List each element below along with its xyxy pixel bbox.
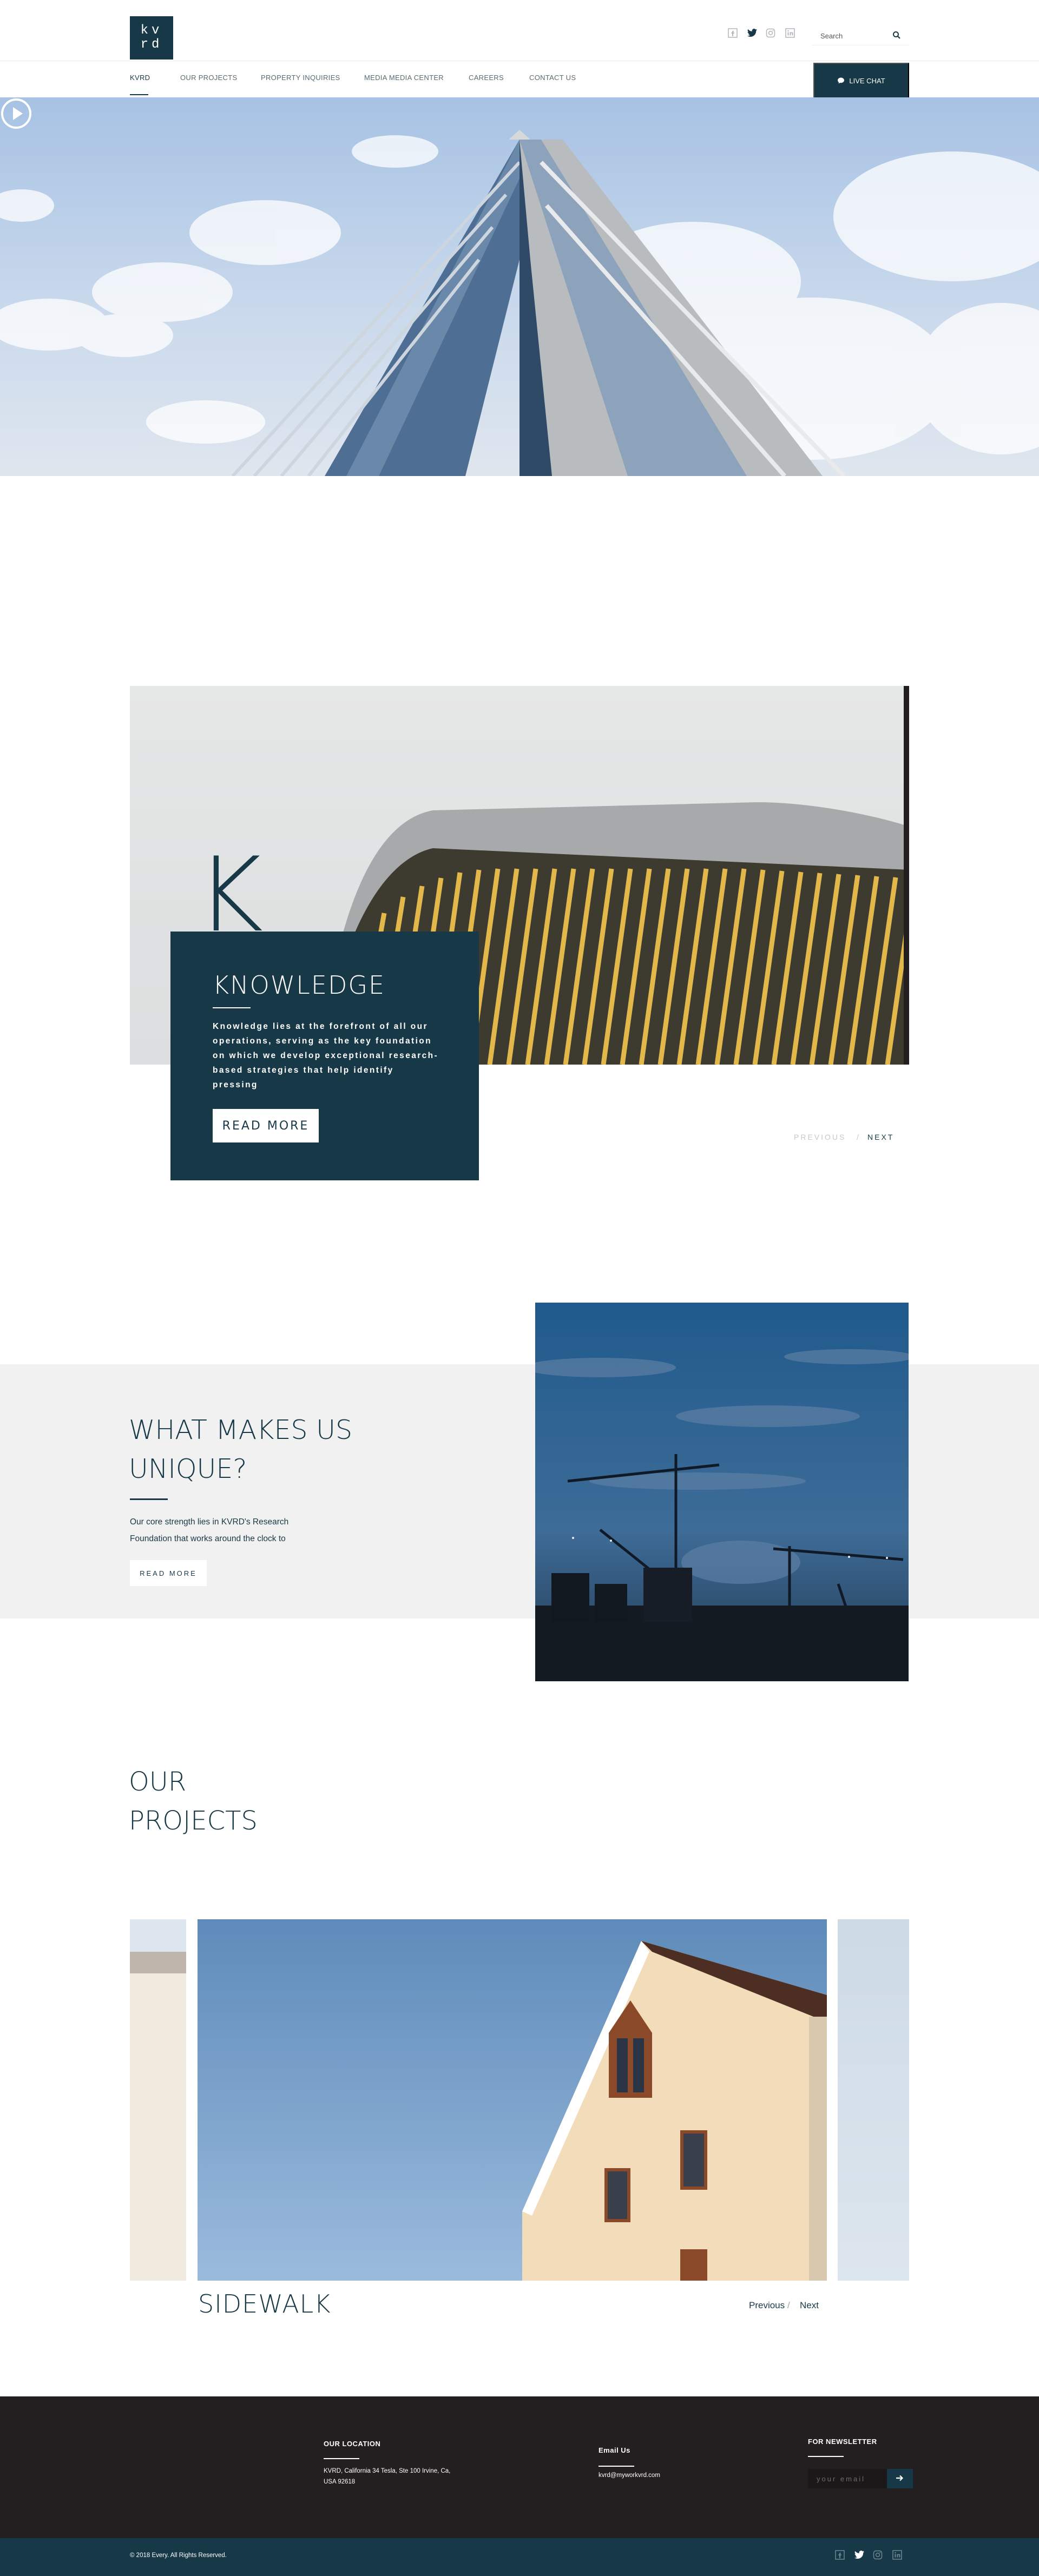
nav-item-kvrd[interactable]: KVRD bbox=[130, 74, 150, 82]
knowledge-previous-button[interactable]: PREVIOUS bbox=[794, 1133, 846, 1141]
footer-location-heading: OUR LOCATION bbox=[324, 2440, 381, 2448]
knowledge-title: KNOWLEDGE bbox=[213, 970, 386, 1000]
chat-bubble-icon bbox=[838, 77, 845, 84]
hero-banner bbox=[0, 97, 1039, 476]
twitter-icon[interactable] bbox=[747, 28, 758, 39]
knowledge-read-more-button[interactable]: READ MORE bbox=[213, 1109, 319, 1142]
nav-item-our-projects[interactable]: OUR PROJECTS bbox=[180, 74, 237, 82]
search-box bbox=[812, 26, 909, 45]
live-chat-label: LIVE CHAT bbox=[849, 76, 885, 85]
play-video-button[interactable] bbox=[0, 97, 32, 130]
footer-location-address: KVRD, California 34 Tesla, Ste 100 Irvin… bbox=[324, 2468, 451, 2485]
newsletter-submit-button[interactable] bbox=[887, 2469, 913, 2488]
nav-item-careers[interactable]: CAREERS bbox=[469, 74, 504, 82]
instagram-icon[interactable] bbox=[872, 2550, 884, 2562]
linkedin-icon[interactable] bbox=[785, 28, 795, 39]
unique-title: WHAT MAKES US UNIQUE? bbox=[129, 1415, 353, 1484]
footer-email-link[interactable]: kvrd@myworkvrd.com bbox=[599, 2470, 660, 2481]
site-logo[interactable]: kv rd bbox=[130, 16, 173, 60]
footer-newsletter-rule bbox=[808, 2456, 844, 2457]
unique-read-more-button[interactable]: READ MORE bbox=[130, 1560, 207, 1586]
newsletter-email-input[interactable] bbox=[808, 2469, 887, 2488]
footer-newsletter-heading: FOR NEWSLETTER bbox=[808, 2438, 877, 2446]
unique-description: Our core strength lies in KVRD's Researc… bbox=[130, 1517, 289, 1543]
unique-title-rule bbox=[130, 1498, 168, 1500]
instagram-icon[interactable] bbox=[765, 28, 776, 39]
knowledge-pager-separator: / bbox=[857, 1133, 859, 1141]
footer-location-rule bbox=[324, 2458, 359, 2459]
site-footer bbox=[0, 2396, 1039, 2538]
copyright-text: © 2018 Every. All Rights Reserved. bbox=[130, 2552, 227, 2559]
facebook-icon[interactable] bbox=[727, 28, 738, 39]
footer-email-rule bbox=[599, 2466, 634, 2467]
project-next-button[interactable]: Next bbox=[800, 2300, 819, 2311]
search-icon[interactable] bbox=[892, 30, 902, 40]
knowledge-title-rule bbox=[213, 1007, 251, 1008]
knowledge-next-button[interactable]: NEXT bbox=[867, 1133, 894, 1141]
live-chat-button[interactable]: LIVE CHAT bbox=[813, 63, 909, 98]
nav-item-contact-us[interactable]: CONTACT US bbox=[529, 74, 576, 82]
project-pager-separator: / bbox=[787, 2300, 790, 2310]
project-name: SIDEWALK bbox=[198, 2289, 331, 2319]
search-input[interactable] bbox=[820, 30, 885, 41]
project-slide-previous-preview[interactable] bbox=[130, 1919, 186, 2281]
nav-active-indicator bbox=[130, 94, 148, 95]
nav-item-property-inquiries[interactable]: PROPERTY INQUIRIES bbox=[261, 74, 340, 82]
project-slide-sidewalk-image bbox=[198, 1919, 827, 2281]
construction-cranes-image bbox=[535, 1303, 909, 1681]
logo-line-1: kv bbox=[140, 23, 163, 38]
twitter-icon[interactable] bbox=[853, 2550, 865, 2562]
project-previous-button[interactable]: Previous bbox=[749, 2300, 785, 2311]
projects-title: OUR PROJECTS bbox=[129, 1762, 258, 1840]
projects-title-text: OUR PROJECTS bbox=[129, 1767, 258, 1836]
site-header: kv rd KVRD OUR PROJECTS PROPERTY INQUIRI… bbox=[0, 0, 1039, 98]
knowledge-card: KNOWLEDGE Knowledge lies at the forefron… bbox=[170, 932, 479, 1180]
facebook-icon[interactable] bbox=[834, 2550, 846, 2562]
linkedin-icon[interactable] bbox=[891, 2550, 903, 2562]
footer-email-heading: Email Us bbox=[599, 2446, 630, 2454]
nav-item-media-center[interactable]: MEDIA MEDIA CENTER bbox=[364, 74, 444, 82]
hero-building-image bbox=[0, 130, 1039, 476]
knowledge-description: Knowledge lies at the forefront of all o… bbox=[213, 1022, 439, 1089]
logo-line-2: rd bbox=[140, 37, 163, 52]
arrow-right-icon bbox=[896, 2475, 904, 2481]
project-slide-next-preview[interactable] bbox=[838, 1919, 909, 2281]
